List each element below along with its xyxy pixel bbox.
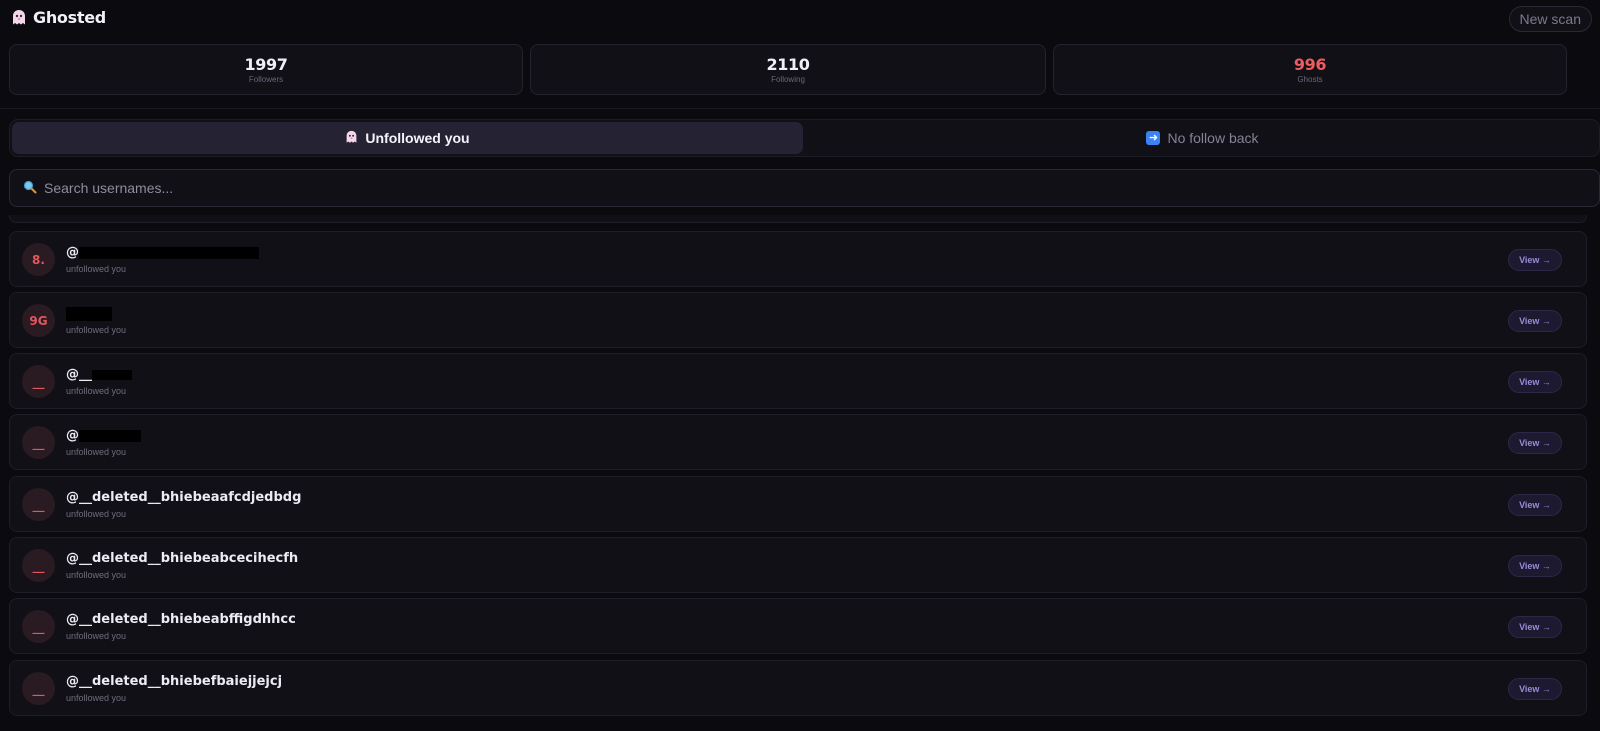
list-item: __ @__ unfollowed you View → — [9, 353, 1587, 409]
stat-label: Ghosts — [1297, 75, 1323, 84]
ghost-icon — [345, 130, 358, 147]
avatar: __ — [22, 488, 55, 521]
redaction-bar — [92, 369, 132, 380]
divider — [0, 108, 1600, 109]
stat-ghosts: 996 Ghosts — [1053, 44, 1567, 95]
top-bar: Ghosted New scan — [0, 0, 1600, 40]
redaction-bar — [66, 306, 112, 321]
avatar: __ — [22, 672, 55, 705]
redaction-bar — [79, 246, 259, 259]
status-text: unfollowed you — [66, 264, 127, 274]
status-text: unfollowed you — [66, 693, 127, 703]
arrow-right-icon: ➜ — [1146, 131, 1161, 145]
new-scan-button[interactable]: New scan — [1508, 6, 1592, 32]
list-item: 9G unfollowed you View → — [9, 292, 1587, 348]
username — [66, 306, 112, 321]
list-item-partial — [9, 215, 1587, 223]
search-input[interactable] — [44, 180, 1444, 196]
view-button[interactable]: View → — [1508, 310, 1562, 332]
app-title: Ghosted — [33, 8, 106, 27]
avatar: 8. — [22, 243, 55, 276]
redaction-bar — [79, 429, 141, 442]
stat-label: Followers — [248, 75, 284, 84]
stat-value: 1997 — [244, 55, 288, 74]
stats-bar: 1997 Followers 2110 Following 996 Ghosts — [9, 44, 1600, 95]
username: @ — [66, 428, 141, 443]
tab-unfollowed-you[interactable]: Unfollowed you — [12, 122, 803, 154]
user-list: 8. @ unfollowed you View → 9G unfollowed… — [9, 215, 1600, 731]
username: @__deleted__bhiebeabffigdhhcc — [66, 612, 296, 627]
avatar: __ — [22, 426, 55, 459]
list-item: __ @__deleted__bhiebeabcecihecfh unfollo… — [9, 537, 1587, 593]
list-item: __ @__deleted__bhiebeaafcdjedbdg unfollo… — [9, 476, 1587, 532]
username: @__deleted__bhiebeaafcdjedbdg — [66, 490, 302, 505]
stat-followers: 1997 Followers — [9, 44, 523, 95]
list-item: __ @__deleted__bhiebeabffigdhhcc unfollo… — [9, 598, 1587, 654]
username: @ — [66, 245, 259, 260]
avatar: __ — [22, 365, 55, 398]
list-item: __ @__deleted__bhiebefbaiejjejcj unfollo… — [9, 660, 1587, 716]
avatar: __ — [22, 610, 55, 643]
avatar: 9G — [22, 304, 55, 337]
search-bar — [9, 169, 1600, 207]
username: @__ — [66, 367, 132, 382]
stat-value: 996 — [1293, 55, 1327, 74]
tab-no-follow-back[interactable]: ➜ No follow back — [810, 122, 1595, 154]
ghost-icon — [11, 9, 27, 26]
status-text: unfollowed you — [66, 447, 127, 457]
view-button[interactable]: View → — [1508, 494, 1562, 516]
status-text: unfollowed you — [66, 509, 127, 519]
username: @__deleted__bhiebeabcecihecfh — [66, 551, 299, 566]
status-text: unfollowed you — [66, 570, 127, 580]
view-button[interactable]: View → — [1508, 371, 1562, 393]
view-button[interactable]: View → — [1508, 555, 1562, 577]
brand: Ghosted — [11, 8, 106, 27]
stat-following: 2110 Following — [530, 44, 1046, 95]
status-text: unfollowed you — [66, 325, 127, 335]
status-text: unfollowed you — [66, 386, 127, 396]
search-icon — [23, 179, 37, 198]
list-item: __ @ unfollowed you View → — [9, 414, 1587, 470]
tab-label: No follow back — [1167, 130, 1259, 146]
view-button[interactable]: View → — [1508, 616, 1562, 638]
tab-bar: Unfollowed you ➜ No follow back — [9, 119, 1600, 157]
avatar: __ — [22, 549, 55, 582]
view-button[interactable]: View → — [1508, 432, 1562, 454]
view-button[interactable]: View → — [1508, 249, 1562, 271]
view-button[interactable]: View → — [1508, 678, 1562, 700]
status-text: unfollowed you — [66, 631, 127, 641]
list-item: 8. @ unfollowed you View → — [9, 231, 1587, 287]
stat-label: Following — [771, 75, 805, 84]
tab-label: Unfollowed you — [365, 130, 470, 146]
username: @__deleted__bhiebefbaiejjejcj — [66, 674, 283, 689]
stat-value: 2110 — [766, 55, 810, 74]
